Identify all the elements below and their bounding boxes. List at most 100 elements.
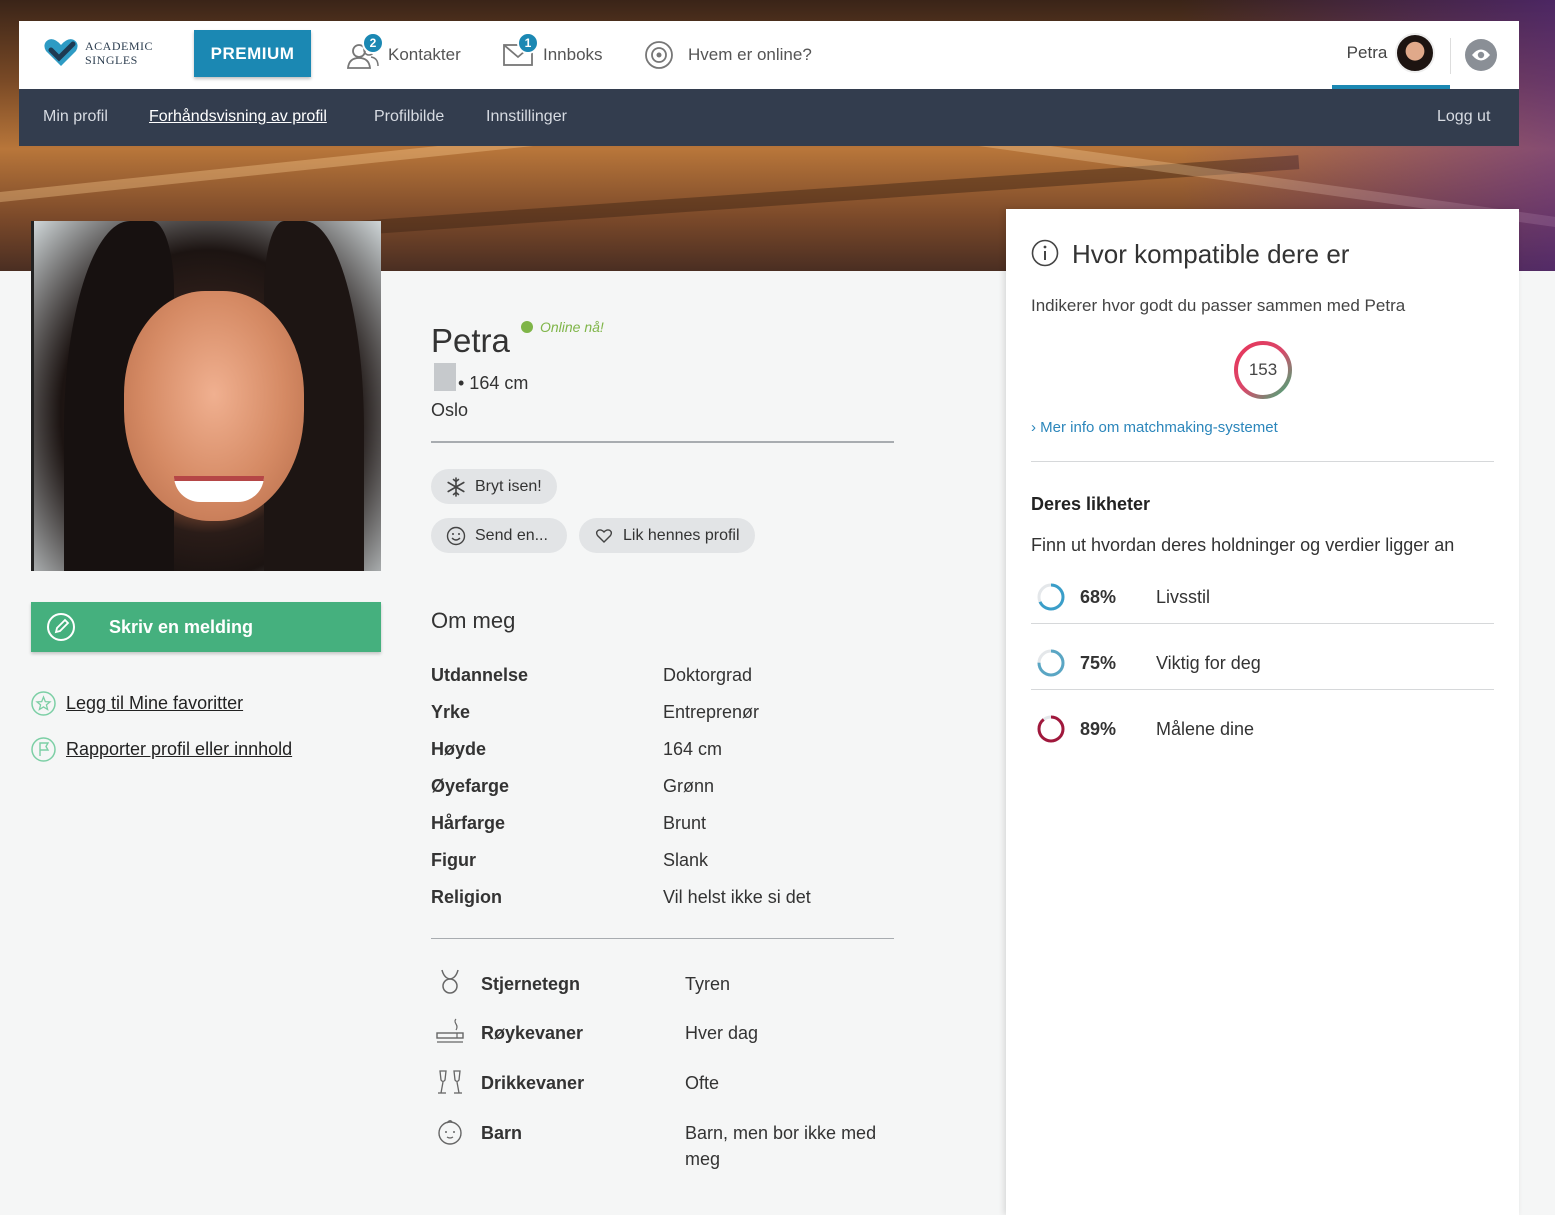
habit-label-zodiac: Stjernetegn [481, 974, 581, 994]
divider [431, 441, 894, 443]
premium-button[interactable]: PREMIUM [194, 30, 311, 77]
user-name: Petra [1346, 43, 1388, 62]
online-dot [521, 321, 533, 333]
logo[interactable]: ACADEMIC SINGLES [43, 38, 153, 68]
nav-contacts[interactable]: 2 Kontakter [346, 32, 461, 75]
write-message-button[interactable]: Skriv en melding [31, 602, 381, 652]
taurus-icon [441, 969, 459, 994]
report-label: Rapporter profil eller innhold [66, 739, 293, 759]
snowflake-icon [447, 476, 465, 497]
top-navbar: ACADEMIC SINGLES PREMIUM 2 Kontakter 1 I… [19, 21, 1519, 89]
avatar [1395, 33, 1436, 73]
subnav-settings[interactable]: Innstillinger [486, 108, 567, 126]
smiley-icon [446, 526, 466, 545]
about-value-hair-color: Brunt [663, 813, 707, 833]
progress-ring [1037, 649, 1065, 677]
subnav-preview-profile[interactable]: Forhåndsvisning av profil [149, 108, 327, 126]
similarity-item[interactable]: 89% Målene dine [1031, 703, 1494, 755]
champagne-icon [438, 1070, 462, 1094]
icebreaker-button[interactable]: Bryt isen! [431, 469, 557, 504]
radar-icon [645, 41, 673, 69]
online-status: Online nå! [521, 319, 604, 335]
send-smiley-button[interactable]: Send en... [431, 518, 567, 553]
about-value-eye-color: Grønn [663, 776, 715, 796]
nav-inbox[interactable]: 1 Innboks [501, 32, 603, 75]
cigarette-icon [436, 1018, 464, 1043]
about-label-hair-color: Hårfarge [431, 813, 506, 833]
similarity-percent: 75% [1080, 652, 1117, 673]
write-message-label: Skriv en melding [109, 616, 254, 637]
contacts-badge: 2 [362, 32, 384, 54]
progress-ring [1037, 583, 1065, 611]
habit-label-smoking: Røykevaner [481, 1023, 584, 1043]
about-value-figure: Slank [663, 850, 709, 870]
nav-online[interactable]: Hvem er online? [642, 35, 812, 75]
heart-icon [595, 528, 613, 543]
similarity-item[interactable]: 68% Livsstil [1031, 571, 1494, 623]
chat-pencil-icon [47, 613, 75, 641]
similarities-title: Deres likheter [1031, 494, 1151, 514]
profile-subnav: Min profil Forhåndsvisning av profil Pro… [19, 89, 1519, 146]
divider [1450, 38, 1451, 74]
progress-ring [1037, 715, 1065, 743]
preview-eye-button[interactable] [1465, 39, 1497, 71]
profile-name: Petra [431, 322, 510, 359]
compatibility-panel: Hvor kompatible dere er Indikerer hvor g… [1006, 209, 1519, 1215]
about-value-education: Doktorgrad [663, 665, 753, 685]
profile-height: • 164 cm [458, 373, 529, 393]
similarity-label: Målene dine [1156, 718, 1255, 739]
about-label-height: Høyde [431, 739, 487, 759]
about-label-eye-color: Øyefarge [431, 776, 510, 796]
add-favorite-label: Legg til Mine favoritter [66, 693, 244, 713]
similarity-label: Livsstil [1156, 586, 1211, 607]
about-label-religion: Religion [431, 887, 502, 907]
about-value-religion: Vil helst ikke si det [663, 887, 811, 907]
score-value: 153 [1248, 360, 1278, 379]
nav-contacts-label: Kontakter [388, 45, 461, 64]
about-label-education: Utdannelse [431, 665, 529, 685]
star-icon [31, 691, 56, 716]
habit-value-zodiac: Tyren [685, 974, 731, 994]
habit-value-drinking: Ofte [685, 1073, 720, 1093]
like-profile-button[interactable]: Lik hennes profil [579, 518, 755, 553]
about-label-figure: Figur [431, 850, 476, 870]
flag-icon [31, 737, 56, 762]
divider [1031, 623, 1494, 624]
send-label: Send en... [475, 526, 548, 544]
divider [431, 938, 894, 939]
logo-line2: SINGLES [85, 53, 138, 67]
about-value-height: 164 cm [663, 739, 723, 759]
subnav-min-profil[interactable]: Min profil [43, 108, 108, 126]
age-redacted [434, 363, 456, 391]
similarity-percent: 68% [1080, 586, 1117, 607]
nav-online-label: Hvem er online? [688, 45, 812, 64]
logo-line1: ACADEMIC [85, 39, 154, 53]
similarity-label: Viktig for deg [1156, 652, 1261, 673]
similarity-percent: 89% [1080, 718, 1117, 739]
chevron-right-icon: › [1031, 419, 1041, 436]
divider [1031, 461, 1494, 462]
report-link[interactable]: Rapporter profil eller innhold [31, 737, 292, 762]
habit-label-children: Barn [481, 1123, 523, 1143]
logout-link[interactable]: Logg ut [1437, 108, 1490, 126]
divider [1031, 689, 1494, 690]
subnav-profile-picture[interactable]: Profilbilde [374, 108, 444, 126]
similarity-item[interactable]: 75% Viktig for deg [1031, 637, 1494, 689]
icebreaker-label: Bryt isen! [475, 477, 542, 495]
like-label: Lik hennes profil [623, 526, 740, 544]
info-icon[interactable] [1031, 239, 1059, 267]
eye-icon [1472, 49, 1490, 61]
habit-value-smoking: Hver dag [685, 1023, 759, 1043]
profile-photo[interactable] [31, 221, 381, 571]
heart-logo-icon [44, 39, 78, 66]
habit-value-children: Barn, men bor ikke med meg [685, 1123, 877, 1169]
about-label-occupation: Yrke [431, 702, 471, 722]
inbox-badge: 1 [517, 32, 539, 54]
user-menu[interactable]: Petra [1332, 21, 1450, 89]
compatibility-score: 153 [1233, 340, 1293, 400]
add-favorite-link[interactable]: Legg til Mine favoritter [31, 691, 243, 716]
online-status-text: Online nå! [540, 319, 604, 335]
matchmaking-info-link[interactable]: › Mer info om matchmaking-systemet [1031, 419, 1278, 436]
about-heading: Om meg [431, 608, 516, 633]
habit-label-drinking: Drikkevaner [481, 1073, 585, 1093]
